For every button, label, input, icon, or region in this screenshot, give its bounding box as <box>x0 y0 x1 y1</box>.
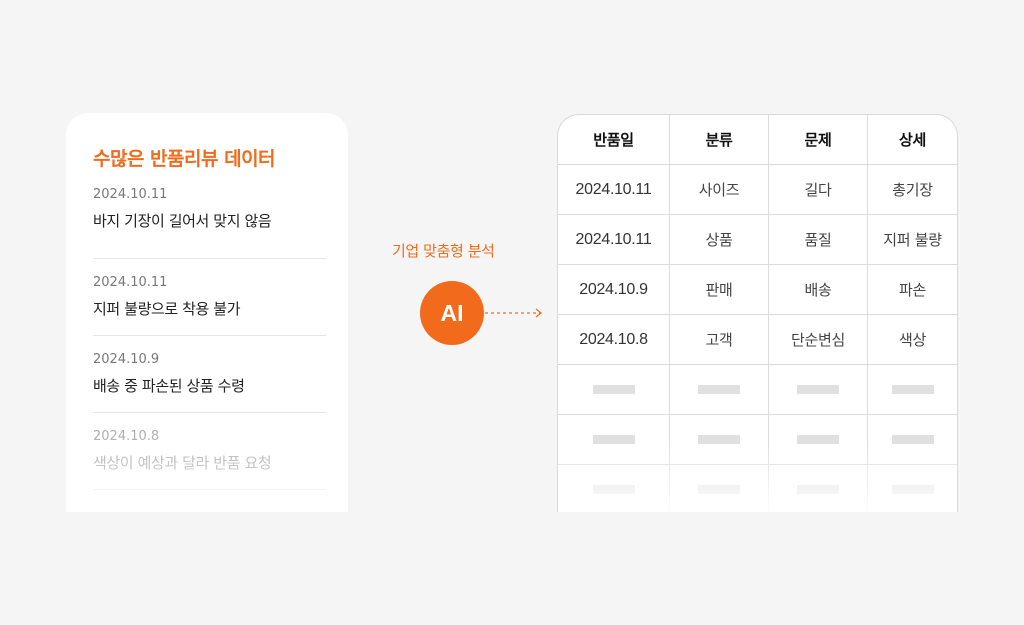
placeholder-row <box>558 415 957 465</box>
review-text: 배송 중 파손된 상품 수령 <box>93 377 245 395</box>
table-cell: 2024.10.8 <box>558 315 670 364</box>
table-cell: 판매 <box>670 265 769 314</box>
header-issue: 문제 <box>769 115 868 164</box>
table-row: 2024.10.11 상품 품질 지퍼 불량 <box>558 215 957 265</box>
placeholder-cell <box>670 465 769 512</box>
table-cell: 길다 <box>769 165 868 214</box>
review-item: 2024.10.9 배송 중 파손된 상품 수령 <box>93 336 326 413</box>
review-item: 2024.10.11 바지 기장이 길어서 맞지 않음 <box>93 183 326 259</box>
placeholder-cell <box>769 465 868 512</box>
placeholder-cell <box>868 465 957 512</box>
placeholder-bar <box>891 435 934 444</box>
placeholder-row <box>558 365 957 415</box>
review-card-title: 수많은 반품리뷰 데이터 <box>93 148 276 170</box>
table-cell: 2024.10.11 <box>558 165 670 214</box>
placeholder-bar <box>891 485 934 494</box>
table-cell: 고객 <box>670 315 769 364</box>
review-date: 2024.10.11 <box>93 275 168 290</box>
placeholder-cell <box>670 415 769 464</box>
table-cell: 2024.10.9 <box>558 265 670 314</box>
review-date: 2024.10.8 <box>93 429 160 444</box>
review-item: 2024.10.11 지퍼 불량으로 착용 불가 <box>93 259 326 336</box>
review-text: 색상이 예상과 달라 반품 요청 <box>93 454 272 472</box>
review-date: 2024.10.9 <box>93 352 160 367</box>
table-cell: 상품 <box>670 215 769 264</box>
table-row: 2024.10.11 사이즈 길다 총기장 <box>558 165 957 215</box>
placeholder-bar <box>797 385 839 394</box>
placeholder-bar <box>698 435 740 444</box>
header-return-date: 반품일 <box>558 115 670 164</box>
review-text: 바지 기장이 길어서 맞지 않음 <box>93 212 272 230</box>
placeholder-cell <box>670 365 769 414</box>
header-category: 분류 <box>670 115 769 164</box>
placeholder-cell <box>868 415 957 464</box>
placeholder-bar <box>797 435 839 444</box>
review-data-card: 수많은 반품리뷰 데이터 2024.10.11 바지 기장이 길어서 맞지 않음… <box>66 113 348 512</box>
table-cell: 단순변심 <box>769 315 868 364</box>
table-cell: 2024.10.11 <box>558 215 670 264</box>
placeholder-bar <box>797 485 839 494</box>
table-cell: 배송 <box>769 265 868 314</box>
review-date: 2024.10.11 <box>93 187 168 202</box>
ai-badge: AI <box>420 281 484 345</box>
placeholder-cell <box>769 365 868 414</box>
table-row: 2024.10.8 고객 단순변심 색상 <box>558 315 957 365</box>
analysis-table-card: 반품일 분류 문제 상세 2024.10.11 사이즈 길다 총기장 2024.… <box>557 114 958 512</box>
arrow-head-icon <box>535 308 542 318</box>
placeholder-bar <box>698 485 740 494</box>
placeholder-cell <box>558 415 670 464</box>
table-header-row: 반품일 분류 문제 상세 <box>558 115 957 165</box>
table-cell: 품질 <box>769 215 868 264</box>
table-cell: 사이즈 <box>670 165 769 214</box>
analysis-label: 기업 맞춤형 분석 <box>392 242 495 260</box>
review-item: 2024.10.8 색상이 예상과 달라 반품 요청 <box>93 413 326 490</box>
placeholder-bar <box>592 485 635 494</box>
placeholder-cell <box>769 415 868 464</box>
table-cell: 총기장 <box>892 181 933 199</box>
review-text: 지퍼 불량으로 착용 불가 <box>93 300 241 318</box>
placeholder-cell <box>558 465 670 512</box>
placeholder-bar <box>891 385 934 394</box>
review-list: 2024.10.11 바지 기장이 길어서 맞지 않음 2024.10.11 지… <box>93 183 326 490</box>
table-cell: 지퍼 불량 <box>883 231 942 249</box>
table-cell: 색상 <box>898 331 926 349</box>
table-row: 2024.10.9 판매 배송 파손 <box>558 265 957 315</box>
placeholder-row <box>558 465 957 512</box>
placeholder-cell <box>868 365 957 414</box>
placeholder-bar <box>592 435 635 444</box>
placeholder-bar <box>592 385 635 394</box>
placeholder-cell <box>558 365 670 414</box>
table-cell: 파손 <box>898 281 926 299</box>
analysis-table: 반품일 분류 문제 상세 2024.10.11 사이즈 길다 총기장 2024.… <box>558 115 957 512</box>
header-detail: 상세 <box>898 131 926 149</box>
placeholder-bar <box>698 385 740 394</box>
